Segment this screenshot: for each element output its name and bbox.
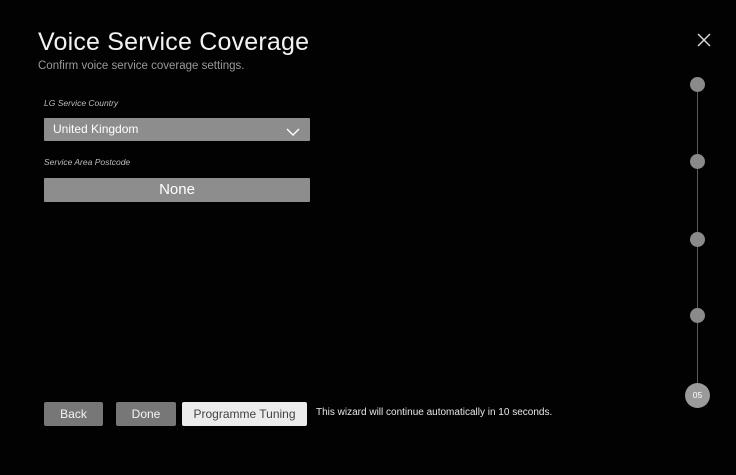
programme-tuning-button[interactable]: Programme Tuning [182,402,307,426]
step-dot-4 [690,308,705,323]
step-current-label: 05 [692,390,703,400]
country-dropdown[interactable]: United Kingdom [44,118,310,141]
postcode-value: None [159,181,195,198]
done-button[interactable]: Done [116,402,176,426]
auto-continue-message: This wizard will continue automatically … [316,407,553,418]
chevron-down-icon [286,124,300,136]
step-current: 05 [685,383,710,408]
step-dot-1 [690,77,705,92]
postcode-label: Service Area Postcode [44,157,131,167]
country-value: United Kingdom [53,122,139,136]
postcode-field[interactable]: None [44,178,310,202]
page-subtitle: Confirm voice service coverage settings. [38,60,245,72]
country-label: LG Service Country [44,98,119,108]
wizard-screen: Voice Service Coverage Confirm voice ser… [0,0,736,475]
step-dot-2 [690,154,705,169]
back-button[interactable]: Back [44,402,103,426]
step-dot-3 [690,232,705,247]
page-title: Voice Service Coverage [38,28,310,56]
close-icon[interactable] [694,30,714,50]
